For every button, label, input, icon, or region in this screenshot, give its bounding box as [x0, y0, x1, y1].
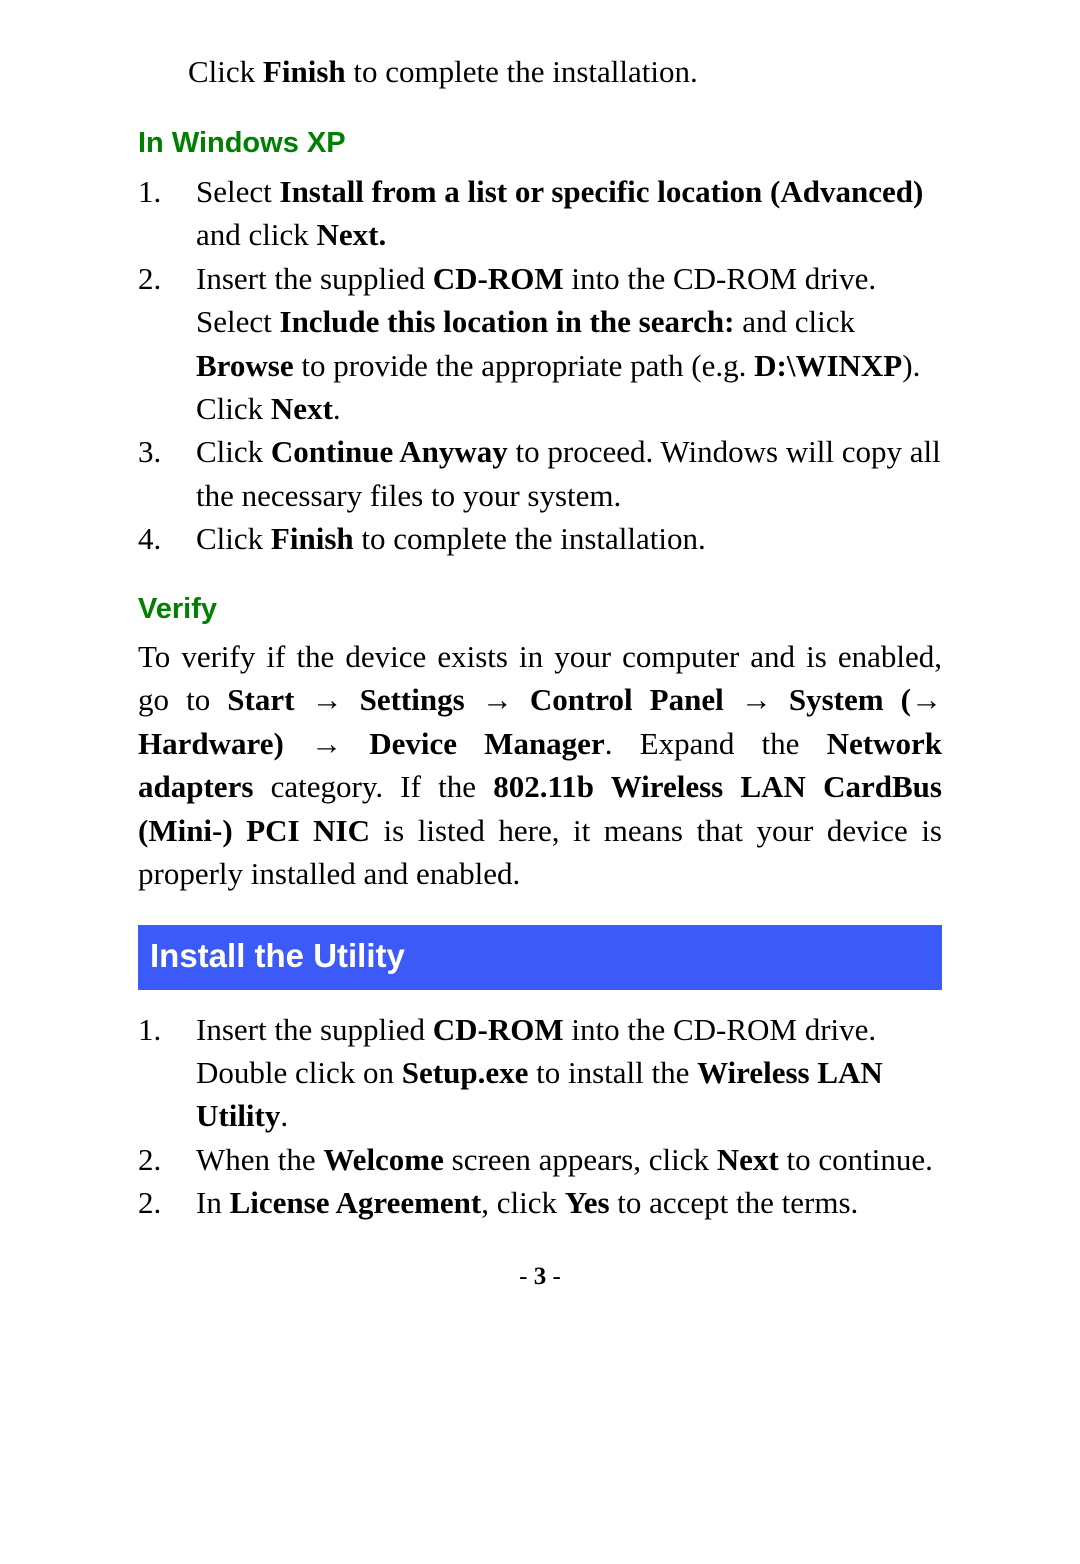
intro-line: Click Finish to complete the installatio… — [138, 50, 942, 93]
list-item: 3. Click Continue Anyway to proceed. Win… — [138, 430, 942, 517]
text: category. If the — [253, 769, 493, 804]
text-bold: Control Panel — [530, 682, 724, 717]
text-bold: Finish — [271, 521, 354, 556]
item-body: Click Finish to complete the installatio… — [196, 517, 942, 560]
arrow-icon: → — [911, 682, 942, 717]
arrow-icon: → — [284, 726, 369, 761]
text-bold: Include this location in the search: — [280, 304, 735, 339]
text: and click — [734, 304, 855, 339]
arrow-icon: → — [465, 682, 530, 717]
item-body: In License Agreement, click Yes to accep… — [196, 1181, 942, 1224]
item-number: 4. — [138, 517, 196, 560]
text: Select — [196, 174, 280, 209]
text-bold: Next — [717, 1142, 779, 1177]
item-number: 2. — [138, 1138, 196, 1181]
text-bold: Settings — [360, 682, 465, 717]
xp-steps: 1. Select Install from a list or specifi… — [138, 170, 942, 561]
section-heading-xp: In Windows XP — [138, 123, 942, 164]
text: to install the — [528, 1055, 697, 1090]
text-bold: D:\WINXP — [754, 348, 902, 383]
item-body: Insert the supplied CD-ROM into the CD-R… — [196, 257, 942, 431]
text: to complete the installation. — [354, 521, 706, 556]
text: - — [546, 1263, 561, 1290]
text: In — [196, 1185, 230, 1220]
text-bold: Hardware) — [138, 726, 284, 761]
text-bold: System ( — [789, 682, 911, 717]
item-number: 2. — [138, 257, 196, 431]
item-body: Insert the supplied CD-ROM into the CD-R… — [196, 1008, 942, 1138]
verify-paragraph: To verify if the device exists in your c… — [138, 635, 942, 895]
text-bold: Next — [271, 391, 333, 426]
section-heading-install-utility: Install the Utility — [138, 925, 942, 989]
item-number: 1. — [138, 1008, 196, 1138]
text: to continue. — [779, 1142, 933, 1177]
list-item: 2. In License Agreement, click Yes to ac… — [138, 1181, 942, 1224]
list-item: 1. Insert the supplied CD-ROM into the C… — [138, 1008, 942, 1138]
text-bold: CD-ROM — [433, 1012, 564, 1047]
item-number: 3. — [138, 430, 196, 517]
text: Click — [196, 521, 271, 556]
text-bold: License Agreement — [230, 1185, 482, 1220]
text: Insert the supplied — [196, 261, 433, 296]
text-bold: Install from a list or specific location… — [280, 174, 924, 209]
list-item: 2. When the Welcome screen appears, clic… — [138, 1138, 942, 1181]
text: screen appears, click — [444, 1142, 717, 1177]
item-number: 2. — [138, 1181, 196, 1224]
arrow-icon: → — [724, 682, 789, 717]
text: to complete the installation. — [346, 54, 698, 89]
text: - — [519, 1263, 534, 1290]
text-bold: Browse — [196, 348, 294, 383]
text-bold: Welcome — [323, 1142, 444, 1177]
arrow-icon: → — [294, 682, 359, 717]
section-heading-verify: Verify — [138, 589, 942, 630]
item-number: 1. — [138, 170, 196, 257]
text: Insert the supplied — [196, 1012, 433, 1047]
list-item: 1. Select Install from a list or specifi… — [138, 170, 942, 257]
text-bold: Device Manager — [369, 726, 605, 761]
text: to provide the appropriate path (e.g. — [294, 348, 755, 383]
text: and click — [196, 217, 317, 252]
text-bold: Continue Anyway — [271, 434, 508, 469]
page-number: 3 — [534, 1263, 547, 1290]
text: to accept the terms. — [610, 1185, 859, 1220]
document-page: Click Finish to complete the installatio… — [0, 0, 1080, 1334]
text: , click — [481, 1185, 565, 1220]
text: Click — [188, 54, 263, 89]
text-bold: Next. — [317, 217, 387, 252]
text: Click — [196, 434, 271, 469]
item-body: Select Install from a list or specific l… — [196, 170, 942, 257]
item-body: When the Welcome screen appears, click N… — [196, 1138, 942, 1181]
list-item: 2. Insert the supplied CD-ROM into the C… — [138, 257, 942, 431]
text-bold: CD-ROM — [433, 261, 564, 296]
text-bold: Setup.exe — [402, 1055, 529, 1090]
install-utility-steps: 1. Insert the supplied CD-ROM into the C… — [138, 1008, 942, 1225]
text: . Expand the — [605, 726, 827, 761]
text-bold: Finish — [263, 54, 346, 89]
text: . — [333, 391, 341, 426]
text-bold: Yes — [565, 1185, 610, 1220]
list-item: 4. Click Finish to complete the installa… — [138, 517, 942, 560]
text: . — [280, 1098, 288, 1133]
item-body: Click Continue Anyway to proceed. Window… — [196, 430, 942, 517]
text-bold: Start — [227, 682, 294, 717]
page-footer: - 3 - — [138, 1259, 942, 1294]
text: When the — [196, 1142, 323, 1177]
